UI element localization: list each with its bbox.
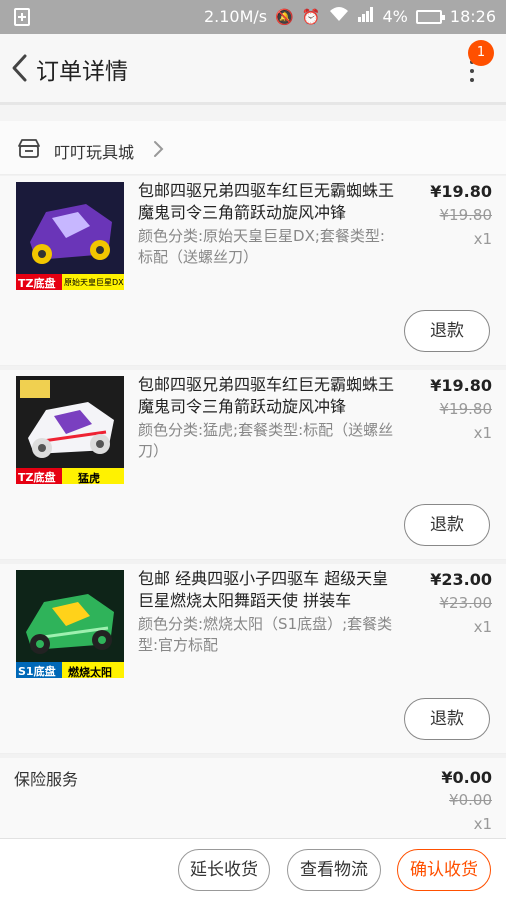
order-item[interactable]: S1底盘 燃烧太阳 包邮 经典四驱小子四驱车 超级天皇巨星燃烧太阳舞蹈天使 拼装… [0,564,506,754]
alarm-icon: ⏰ [301,7,321,26]
product-price: ¥19.80 [430,376,492,395]
shop-row[interactable]: 叮叮玩具城 [0,121,506,175]
insurance-original-price: ¥0.00 [449,791,492,809]
original-price: ¥19.80 [439,400,493,418]
view-logistics-button[interactable]: 查看物流 [287,849,381,891]
page-title: 订单详情 [36,59,128,85]
spacer [0,105,506,121]
product-spec: 颜色分类:燃烧太阳（S1底盘）;套餐类型:官方标配 [138,615,393,654]
refund-button[interactable]: 退款 [404,504,490,546]
chevron-right-icon [154,141,164,157]
thumb-caption: 燃烧太阳 [68,666,112,678]
product-thumbnail[interactable]: S1底盘 燃烧太阳 [16,570,124,678]
thumb-badge: S1底盘 [18,665,56,678]
battery-icon [415,9,445,24]
insurance-service-row: 保险服务 ¥0.00 ¥0.00 x1 [0,758,506,838]
shop-name: 叮叮玩具城 [54,143,135,162]
order-item[interactable]: TZ底盘 猛虎 包邮四驱兄弟四驱车红巨无霸蜘蛛王魔鬼司令三角箭跃动旋风冲锋 颜色… [0,370,506,560]
insurance-label: 保险服务 [14,770,79,789]
back-icon[interactable] [8,52,32,84]
store-icon [18,139,40,158]
order-item[interactable]: TZ底盘 原始天皇巨星DX 包邮四驱兄弟四驱车红巨无霸蜘蛛王魔鬼司令三角箭跃动旋… [0,176,506,366]
original-price: ¥19.80 [439,206,493,224]
thumb-caption: 猛虎 [78,472,100,484]
quantity: x1 [473,230,492,248]
mute-icon: 🔕 [275,7,294,26]
product-spec: 颜色分类:猛虎;套餐类型:标配（送螺丝刀） [138,421,394,460]
product-title[interactable]: 包邮 经典四驱小子四驱车 超级天皇巨星燃烧太阳舞蹈天使 拼装车 [138,568,400,612]
original-price: ¥23.00 [439,594,493,612]
extend-receipt-button[interactable]: 延长收货 [178,849,270,891]
battery-percent: 4% [382,7,408,26]
quantity: x1 [473,618,492,636]
status-bar: 2.10M/s 🔕 ⏰ 4% 18:26 [0,0,506,34]
clock: 18:26 [449,7,496,26]
product-title[interactable]: 包邮四驱兄弟四驱车红巨无霸蜘蛛王魔鬼司令三角箭跃动旋风冲锋 [138,180,400,224]
confirm-receipt-button[interactable]: 确认收货 [397,849,491,891]
thumb-caption: 原始天皇巨星DX [64,278,124,287]
product-spec: 颜色分类:原始天皇巨星DX;套餐类型:标配（送螺丝刀） [138,227,385,266]
product-thumbnail[interactable]: TZ底盘 猛虎 [16,376,124,484]
insurance-price: ¥0.00 [441,768,492,787]
quantity: x1 [473,424,492,442]
product-thumbnail[interactable]: TZ底盘 原始天皇巨星DX [16,182,124,290]
header: 订单详情 1 [0,34,506,102]
product-price: ¥19.80 [430,182,492,201]
status-right: 2.10M/s 🔕 ⏰ 4% 18:26 [204,6,496,27]
thumb-badge: TZ底盘 [18,471,56,484]
network-speed: 2.10M/s [203,7,268,26]
product-price: ¥23.00 [430,570,492,589]
bottom-action-bar: 延长收货 查看物流 确认收货 [0,838,506,900]
wifi-icon [329,6,349,27]
insurance-quantity: x1 [473,815,492,833]
refund-button[interactable]: 退款 [404,698,490,740]
thumb-badge: TZ底盘 [18,277,56,290]
signal-icon [357,6,375,27]
notification-badge: 1 [468,40,494,66]
product-title[interactable]: 包邮四驱兄弟四驱车红巨无霸蜘蛛王魔鬼司令三角箭跃动旋风冲锋 [138,374,400,418]
notification-icon [14,8,30,26]
refund-button[interactable]: 退款 [404,310,490,352]
